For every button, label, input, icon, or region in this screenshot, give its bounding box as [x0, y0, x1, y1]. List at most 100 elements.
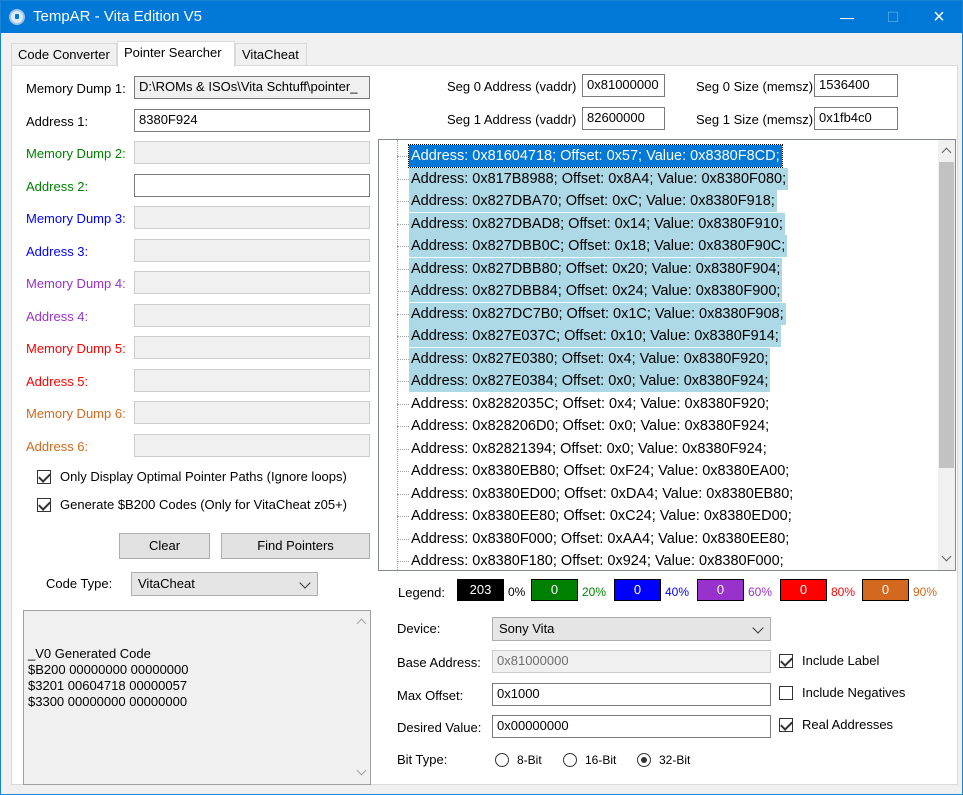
address-2-label: Address 2: [26, 179, 89, 194]
device-select[interactable]: Sony Vita [492, 617, 771, 641]
chevron-down-icon [752, 622, 764, 634]
pointer-result-text: Address: 0x827E037C; Offset: 0x10; Value… [409, 325, 781, 347]
seg0-address-input[interactable]: 0x81000000 [582, 74, 665, 97]
tab-code-converter[interactable]: Code Converter [11, 43, 117, 65]
pointer-result-text: Address: 0x828206D0; Offset: 0x0; Value:… [411, 418, 770, 434]
desired-value-label: Desired Value: [397, 720, 482, 735]
scroll-thumb[interactable] [939, 162, 954, 468]
bit-32-radio[interactable] [637, 753, 651, 767]
scroll-up-icon[interactable] [353, 613, 370, 630]
generated-code-output[interactable]: _V0 Generated Code $B200 00000000 000000… [23, 610, 371, 785]
bit-type-label: Bit Type: [397, 752, 448, 767]
memory-dump-6-input[interactable] [134, 401, 370, 424]
address-1-input[interactable]: 8380F924 [134, 109, 370, 132]
address-6-input[interactable] [134, 434, 370, 457]
maximize-button[interactable]: ☐ [870, 1, 916, 33]
include-label-text: Include Label [802, 653, 880, 668]
b200-codes-checkbox[interactable] [37, 498, 51, 512]
memory-dump-4-input[interactable] [134, 271, 370, 294]
address-5-input[interactable] [134, 369, 370, 392]
tree-connector [397, 178, 409, 180]
tree-connector [397, 201, 409, 202]
code-scrollbar[interactable] [353, 611, 370, 784]
app-window: TempAR - Vita Edition V5 — ☐ × Code Conv… [0, 0, 963, 795]
bit-8-radio[interactable] [495, 753, 509, 767]
scroll-down-icon[interactable] [938, 551, 955, 568]
tree-connector [397, 448, 409, 450]
address-2-input[interactable] [134, 174, 370, 197]
tree-connector [397, 268, 409, 270]
generated-code-text: _V0 Generated Code $B200 00000000 000000… [28, 646, 189, 709]
pointer-result-text: Address: 0x827E0384; Offset: 0x0; Value:… [409, 370, 771, 392]
tree-connector [397, 493, 409, 495]
base-address-input[interactable]: 0x81000000 [492, 650, 771, 673]
tree-connector [397, 313, 409, 315]
legend-box: 203 [457, 579, 504, 601]
tree-connector [397, 471, 409, 472]
memory-dump-5-label: Memory Dump 5: [26, 341, 126, 356]
seg0-size-input[interactable]: 1536400 [814, 74, 898, 97]
title-bar[interactable]: TempAR - Vita Edition V5 — ☐ × [1, 1, 962, 33]
memory-dump-5-input[interactable] [134, 336, 370, 359]
include-negatives-checkbox[interactable] [779, 686, 793, 700]
tree-connector [397, 246, 409, 247]
optimal-paths-checkbox[interactable] [37, 470, 51, 484]
seg1-address-input[interactable]: 82600000 [582, 107, 665, 130]
tree-connector [397, 516, 409, 517]
memory-dump-3-label: Memory Dump 3: [26, 211, 126, 226]
optimal-paths-label: Only Display Optimal Pointer Paths (Igno… [60, 469, 347, 484]
bit-16-radio[interactable] [563, 753, 577, 767]
legend-percent: 80% [831, 585, 856, 599]
close-button[interactable]: × [916, 1, 962, 33]
real-addresses-checkbox[interactable] [779, 718, 793, 732]
address-6-label: Address 6: [26, 439, 89, 454]
memory-dump-1-input[interactable]: D:\ROMs & ISOs\Vita Schtuff\pointer_ [134, 76, 370, 99]
pointer-result-text: Address: 0x8380EE80; Offset: 0xC24; Valu… [411, 508, 792, 524]
bit-16-label: 16-Bit [585, 753, 617, 767]
seg0-size-label: Seg 0 Size (memsz) [696, 79, 814, 94]
tree-connector [397, 381, 409, 382]
b200-codes-label: Generate $B200 Codes (Only for VitaCheat… [60, 497, 348, 512]
tree-connector [397, 291, 409, 292]
address-3-input[interactable] [134, 239, 370, 262]
legend-box: 0 [531, 579, 578, 601]
address-4-label: Address 4: [26, 309, 89, 324]
tab-pointer-searcher[interactable]: Pointer Searcher [117, 41, 235, 67]
address-5-label: Address 5: [26, 374, 89, 389]
seg1-size-label: Seg 1 Size (memsz) [696, 112, 814, 127]
seg1-size-input[interactable]: 0x1fb4c0 [814, 107, 898, 130]
results-scrollbar[interactable] [938, 140, 955, 570]
seg1-address-label: Seg 1 Address (vaddr) [447, 112, 577, 127]
clear-button[interactable]: Clear [119, 533, 210, 559]
desired-value-input[interactable]: 0x00000000 [492, 715, 771, 738]
tree-guide-line [397, 140, 398, 570]
legend-box: 0 [862, 579, 909, 601]
tree-connector [397, 223, 409, 225]
max-offset-input[interactable]: 0x1000 [492, 683, 771, 706]
legend-percent: 40% [665, 585, 690, 599]
seg0-address-label: Seg 0 Address (vaddr) [447, 79, 577, 94]
max-offset-label: Max Offset: [397, 688, 464, 703]
tree-connector [397, 561, 409, 562]
code-type-select[interactable]: VitaCheat [131, 572, 318, 596]
device-label: Device: [397, 621, 441, 636]
memory-dump-6-label: Memory Dump 6: [26, 406, 126, 421]
find-pointers-button[interactable]: Find Pointers [221, 533, 370, 559]
pointer-result-text: Address: 0x8380EB80; Offset: 0xF24; Valu… [411, 463, 790, 479]
tab-vitacheat[interactable]: VitaCheat [235, 43, 307, 65]
memory-dump-2-input[interactable] [134, 141, 370, 164]
pointer-result-text: Address: 0x827DBB0C; Offset: 0x18; Value… [409, 235, 788, 257]
legend-box: 0 [697, 579, 744, 601]
bit-32-label: 32-Bit [659, 753, 691, 767]
memory-dump-3-input[interactable] [134, 206, 370, 229]
include-label-checkbox[interactable] [779, 654, 793, 668]
scroll-down-icon[interactable] [353, 765, 370, 782]
code-type-value: VitaCheat [138, 576, 195, 591]
tree-connector [397, 538, 409, 540]
address-4-input[interactable] [134, 304, 370, 327]
scroll-up-icon[interactable] [938, 142, 955, 159]
pointer-result-text: Address: 0x827DC7B0; Offset: 0x1C; Value… [409, 302, 786, 325]
pointer-result-text: Address: 0x817B8988; Offset: 0x8A4; Valu… [409, 167, 789, 190]
pointer-results-tree[interactable]: Address: 0x81604718; Offset: 0x57; Value… [378, 139, 956, 571]
minimize-button[interactable]: — [824, 1, 870, 33]
